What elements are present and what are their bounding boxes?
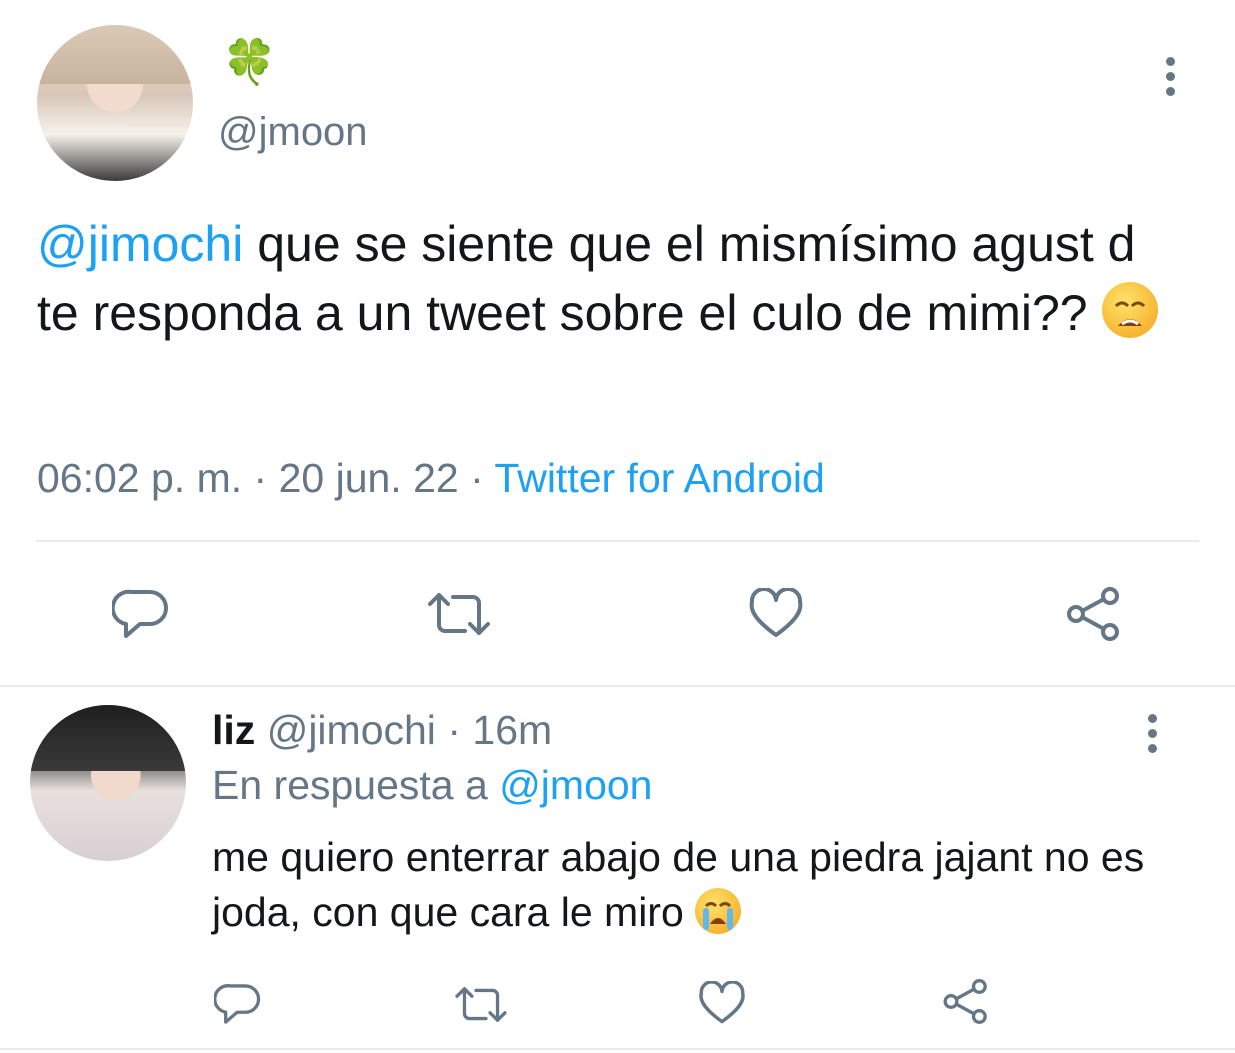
reply-icon[interactable]	[112, 586, 170, 642]
section-separator	[0, 685, 1235, 687]
tweet-date: 20 jun. 22	[278, 455, 459, 501]
reply-avatar[interactable]	[30, 705, 186, 861]
more-vertical-icon[interactable]	[1166, 57, 1178, 102]
share-icon[interactable]	[1064, 586, 1124, 642]
reply-icon[interactable]	[214, 981, 262, 1027]
reply-header: liz @jimochi · 16m	[212, 707, 552, 754]
reply-text: me quiero enterrar abajo de una piedra j…	[212, 830, 1172, 940]
reply-body: me quiero enterrar abajo de una piedra j…	[212, 834, 1145, 935]
retweet-icon[interactable]	[452, 983, 510, 1026]
author-handle[interactable]: @jmoon	[218, 110, 368, 155]
author-display-name: 🍀	[222, 38, 277, 87]
author-avatar[interactable]	[37, 25, 193, 181]
reply-age: 16m	[472, 707, 553, 753]
heart-icon[interactable]	[697, 981, 747, 1026]
reply-author-handle[interactable]: @jimochi	[267, 707, 436, 753]
meta-separator: ·	[470, 455, 484, 501]
meta-separator: ·	[447, 707, 461, 753]
tweet-time: 06:02 p. m.	[37, 455, 243, 501]
bottom-separator	[0, 1048, 1235, 1050]
more-vertical-icon[interactable]	[1148, 714, 1160, 759]
tweet-meta: 06:02 p. m. · 20 jun. 22 · Twitter for A…	[37, 455, 825, 502]
tweet-text: @jimochi que se siente que el mismísimo …	[37, 210, 1187, 348]
in-reply-to: En respuesta a @jmoon	[212, 762, 652, 809]
in-reply-to-prefix: En respuesta a	[212, 762, 500, 808]
reply-author-name[interactable]: liz	[212, 707, 255, 753]
tweet-source[interactable]: Twitter for Android	[494, 455, 824, 501]
in-reply-to-handle[interactable]: @jmoon	[499, 762, 652, 808]
share-icon[interactable]	[941, 978, 991, 1025]
heart-icon[interactable]	[747, 588, 805, 640]
divider	[36, 540, 1199, 542]
meta-separator: ·	[253, 455, 268, 501]
retweet-icon[interactable]	[424, 588, 494, 640]
tweet-mention[interactable]: @jimochi	[37, 216, 243, 272]
weary-face-emoji-icon	[1101, 282, 1158, 338]
crying-face-emoji-icon	[695, 888, 742, 934]
